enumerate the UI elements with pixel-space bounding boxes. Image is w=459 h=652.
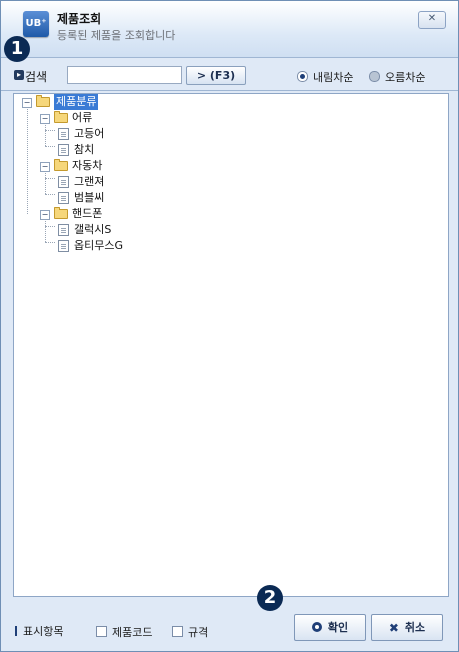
folder-icon — [54, 159, 68, 171]
document-icon — [58, 240, 69, 252]
display-items-label: 표시항목 — [23, 625, 64, 638]
title-bar: UB⁺ 제품조회 등록된 제품을 조회합니다 ✕ — [1, 1, 458, 58]
tree-item-label: 참치 — [74, 143, 95, 156]
tree-group-node[interactable]: − 핸드폰 — [36, 206, 236, 222]
step-badge-1: 1 — [4, 36, 30, 62]
tree-connector — [27, 106, 29, 214]
confirm-label: 확인 — [327, 621, 349, 634]
tree-item-label: 그랜져 — [74, 175, 105, 188]
collapse-icon[interactable]: − — [40, 162, 50, 172]
document-icon — [58, 128, 69, 140]
tree-item-node[interactable]: 참치 — [58, 142, 258, 158]
folder-icon — [54, 111, 68, 123]
tree-item-label: 갤럭시S — [74, 223, 112, 236]
sort-descending-radio[interactable]: 내림차순 — [297, 69, 354, 84]
search-icon: ▸ — [14, 70, 24, 80]
collapse-icon[interactable]: − — [22, 98, 32, 108]
cancel-button[interactable]: ✖ 취소 — [371, 614, 443, 641]
sort-ascending-radio[interactable]: 오름차순 — [369, 69, 426, 84]
cancel-label: 취소 — [404, 621, 426, 634]
tree-group-label: 어류 — [72, 111, 93, 124]
product-code-checkbox[interactable]: 제품코드 — [96, 624, 152, 640]
tree-group-node[interactable]: − 어류 — [36, 110, 236, 126]
confirm-icon — [311, 622, 322, 632]
tree-root-node[interactable]: − 제품분류 — [18, 94, 218, 110]
document-icon — [58, 224, 69, 236]
tree-connector — [45, 146, 55, 148]
radio-selected-icon — [297, 71, 308, 82]
close-button[interactable]: ✕ — [418, 11, 446, 29]
collapse-icon[interactable]: − — [40, 210, 50, 220]
tree-item-label: 옵티무스G — [74, 239, 124, 252]
sort-descending-label: 내림차순 — [313, 71, 354, 84]
product-tree[interactable]: − 제품분류 − 어류 고등어 참치 − 자동차 그랜져 범블씨 − 핸드폰 갤… — [13, 93, 449, 597]
tree-item-node[interactable]: 고등어 — [58, 126, 258, 142]
tree-group-label: 자동차 — [72, 159, 103, 172]
collapse-icon[interactable]: − — [40, 114, 50, 124]
document-icon — [58, 144, 69, 156]
confirm-button[interactable]: 확인 — [294, 614, 366, 641]
search-input[interactable] — [67, 66, 182, 84]
tree-connector — [45, 130, 55, 132]
step-badge-2: 2 — [257, 585, 283, 611]
folder-icon — [54, 207, 68, 219]
document-icon — [58, 176, 69, 188]
section-marker-icon — [15, 626, 17, 636]
spec-checkbox[interactable]: 규격 — [172, 624, 208, 640]
product-lookup-dialog: UB⁺ 제품조회 등록된 제품을 조회합니다 ✕ ▸ 검색 > (F3) 내림차… — [0, 0, 459, 652]
search-label: 검색 — [25, 70, 48, 84]
dialog-title: 제품조회 — [57, 12, 102, 26]
tree-item-label: 범블씨 — [74, 191, 105, 204]
document-icon — [58, 192, 69, 204]
spec-label: 규격 — [188, 626, 209, 639]
folder-open-icon — [36, 95, 50, 107]
tree-item-node[interactable]: 그랜져 — [58, 174, 258, 190]
tree-connector — [45, 242, 55, 244]
checkbox-icon — [172, 626, 183, 637]
tree-item-node[interactable]: 갤럭시S — [58, 222, 258, 238]
app-logo: UB⁺ — [23, 11, 49, 37]
tree-group-label: 핸드폰 — [72, 207, 103, 220]
search-button[interactable]: > (F3) — [186, 66, 246, 85]
tree-connector — [45, 194, 55, 196]
tree-group-node[interactable]: − 자동차 — [36, 158, 236, 174]
sort-ascending-label: 오름차순 — [385, 71, 426, 84]
checkbox-icon — [96, 626, 107, 637]
tree-connector — [45, 178, 55, 180]
product-code-label: 제품코드 — [112, 626, 153, 639]
tree-item-node[interactable]: 옵티무스G — [58, 238, 258, 254]
close-x-icon: ✖ — [388, 621, 399, 635]
footer-bar: 표시항목 제품코드 규격 확인 ✖ 취소 — [1, 597, 458, 651]
tree-item-node[interactable]: 범블씨 — [58, 190, 258, 206]
radio-unselected-icon — [369, 71, 380, 82]
tree-connector — [45, 226, 55, 228]
search-bar: ▸ 검색 > (F3) 내림차순 오름차순 — [1, 58, 458, 91]
tree-root-label: 제품분류 — [54, 94, 99, 110]
tree-item-label: 고등어 — [74, 127, 105, 140]
dialog-subtitle: 등록된 제품을 조회합니다 — [57, 29, 176, 42]
